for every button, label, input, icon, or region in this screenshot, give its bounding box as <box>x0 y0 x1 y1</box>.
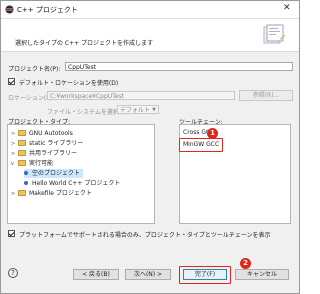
step-badge-1: 1 <box>207 128 218 139</box>
next-button[interactable]: 次へ(N) > <box>125 269 171 280</box>
tree-item-shared-library[interactable]: > 共用ライブラリー <box>11 149 77 158</box>
highlight-box-finish <box>179 266 231 284</box>
tree-item-label: Hello World C++ プロジェクト <box>32 180 121 187</box>
tree-item-label: Makefile プロジェクト <box>29 190 92 197</box>
project-name-label: プロジェクト名(P): <box>8 66 61 73</box>
wizard-footer: ? < 戻る(B) 次へ(N) > 完了(F) キャンセル <box>1 256 299 293</box>
default-location-label: デフォルト・ロケーションを使用(D) <box>19 80 119 87</box>
chevron-down-icon: ▼ <box>152 107 156 113</box>
location-input[interactable]: C:¥workspace¥CppUTest <box>47 91 235 100</box>
close-button[interactable]: ✕ <box>283 3 291 13</box>
folder-icon <box>18 130 26 136</box>
platform-filter-checkbox[interactable] <box>8 230 15 237</box>
project-name-input[interactable]: CppUTest <box>65 62 293 71</box>
tree-item-empty-project[interactable]: 空のプロジェクト <box>24 169 84 178</box>
title-bar: C++ プロジェクト ✕ <box>1 1 299 19</box>
filesystem-select[interactable]: デフォルト ▼ <box>117 105 159 114</box>
chevron-right-icon[interactable]: > <box>11 190 18 199</box>
chevron-right-icon[interactable]: > <box>11 130 18 139</box>
tree-item-label: 実行可能 <box>29 160 54 167</box>
project-type-icon <box>24 171 28 175</box>
window-title: C++ プロジェクト <box>17 6 78 14</box>
platform-filter-label: プラットフォームでサポートされる場合のみ、プロジェクト・タイプとツールチェーンを… <box>19 232 271 239</box>
tree-item-executable[interactable]: v 実行可能 <box>11 159 53 168</box>
back-button[interactable]: < 戻る(B) <box>73 269 119 280</box>
folder-icon <box>18 160 26 166</box>
default-location-checkbox[interactable] <box>8 78 15 85</box>
chevron-right-icon[interactable]: > <box>11 150 18 159</box>
tree-item-label: static ライブラリー <box>29 140 84 147</box>
help-icon[interactable]: ? <box>8 268 18 278</box>
tree-item-makefile-project[interactable]: > Makefile プロジェクト <box>11 189 92 198</box>
chevron-right-icon[interactable]: > <box>11 140 18 149</box>
highlight-box-toolchain <box>179 138 223 152</box>
cpp-project-wizard-icon <box>263 24 285 44</box>
tree-item-label: 空のプロジェクト <box>32 170 81 177</box>
project-dialog: C++ プロジェクト ✕ 選択したタイプの C++ プロジェクトを作成します プ… <box>0 0 300 294</box>
tree-item-hello-world[interactable]: Hello World C++ プロジェクト <box>24 179 120 188</box>
wizard-header: 選択したタイプの C++ プロジェクトを作成します <box>1 19 299 52</box>
cancel-button[interactable]: キャンセル <box>235 269 289 280</box>
tree-item-label: 共用ライブラリー <box>29 150 78 157</box>
step-badge-2: 2 <box>240 258 251 269</box>
tree-item-label: GNU Autotools <box>29 130 73 137</box>
project-type-icon <box>24 181 28 185</box>
tree-item-static-library[interactable]: > static ライブラリー <box>11 139 83 148</box>
header-description: 選択したタイプの C++ プロジェクトを作成します <box>15 40 154 47</box>
filesystem-value: デフォルト <box>120 107 151 114</box>
folder-icon <box>18 140 26 146</box>
browse-button[interactable]: 参照(R)... <box>239 90 293 101</box>
project-type-tree[interactable]: > GNU Autotools > static ライブラリー > 共用ライブラリー … <box>7 124 155 224</box>
folder-icon <box>18 190 26 196</box>
tree-item-gnu-autotools[interactable]: > GNU Autotools <box>11 129 73 138</box>
chevron-down-icon[interactable]: v <box>11 160 18 169</box>
folder-icon <box>18 150 26 156</box>
eclipse-icon <box>5 5 14 14</box>
